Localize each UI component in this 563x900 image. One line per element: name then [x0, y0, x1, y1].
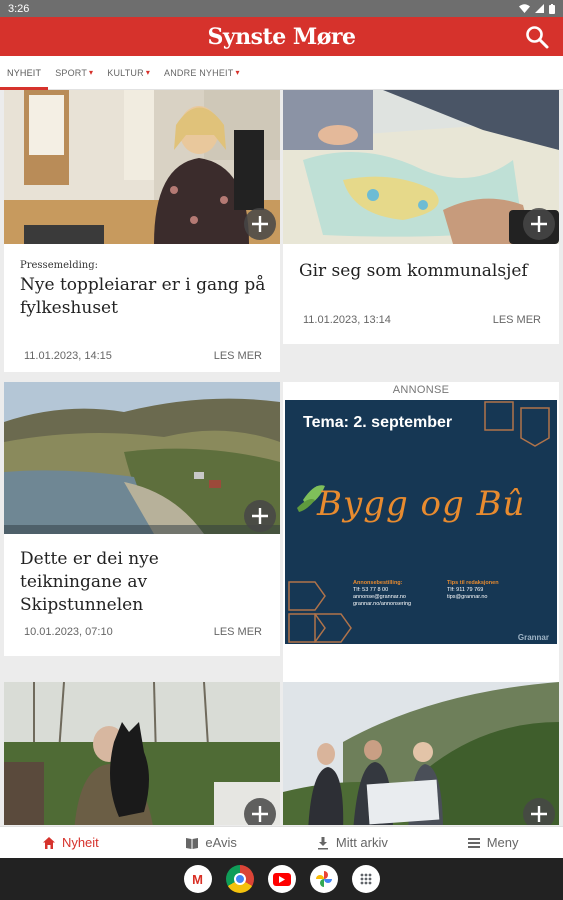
plus-icon [252, 806, 268, 822]
ad-tips-info: Tips til redaksjonen Tlf: 911 79 769 tip… [447, 580, 499, 601]
add-button[interactable] [523, 208, 555, 240]
gmail-icon[interactable]: M [183, 865, 212, 893]
search-button[interactable] [523, 23, 551, 51]
ad-tips-line: Tlf: 911 79 769 [447, 587, 484, 593]
download-icon [317, 836, 328, 849]
plus-icon [531, 216, 547, 232]
add-button[interactable] [244, 798, 276, 825]
article-title[interactable]: Nye toppleiarar er i gang på fylkeshuset [20, 274, 266, 320]
home-icon [42, 836, 55, 849]
battery-icon [549, 3, 555, 14]
nav-label: Meny [486, 835, 519, 850]
ad-brand: Bygg og Bû [317, 484, 526, 524]
tab-andre-nyheit[interactable]: ANDRE NYHEIT ▾ [157, 56, 247, 90]
nav-meny[interactable]: Meny [422, 827, 563, 858]
read-more-link[interactable]: LES MER [493, 314, 541, 326]
add-button[interactable] [523, 798, 555, 825]
news-feed[interactable]: Pressemelding: Nye toppleiarar er i gang… [0, 90, 563, 825]
tab-label: NYHEIT [7, 67, 42, 78]
article-image [4, 382, 280, 534]
section-tabs: NYHEIT SPORT ▾ KULTUR ▾ ANDRE NYHEIT ▾ [0, 56, 563, 90]
tab-sport[interactable]: SPORT ▾ [48, 56, 100, 90]
ad-banner[interactable]: Tema: 2. september Bygg og Bû Annonsebes… [285, 400, 557, 644]
nav-eavis[interactable]: eAvis [141, 827, 282, 858]
signal-icon [535, 4, 544, 13]
chrome-center-icon [233, 873, 246, 885]
pinwheel-icon [315, 871, 332, 887]
search-icon [526, 26, 549, 49]
article-image [4, 682, 280, 825]
ad-order-line: grannar.no/annonsering [353, 601, 412, 607]
ad-order-heading: Annonsebestilling: [353, 580, 403, 586]
article-image [283, 682, 559, 825]
book-icon [186, 837, 199, 849]
ad-label: ANNONSE [392, 384, 450, 396]
article-card[interactable]: Gir seg som kommunalsjef 11.01.2023, 13:… [283, 90, 559, 344]
grid-dots-icon [360, 873, 371, 885]
nav-label: Nyheit [61, 835, 99, 850]
article-title[interactable]: Gir seg som kommunalsjef [299, 260, 545, 283]
add-button[interactable] [244, 500, 276, 532]
nav-label: eAvis [205, 835, 237, 850]
article-card[interactable] [4, 682, 280, 825]
article-card[interactable]: Pressemelding: Nye toppleiarar er i gang… [4, 90, 280, 372]
article-image [4, 90, 280, 244]
ad-footer: Grannar [517, 633, 549, 642]
plus-icon [252, 216, 268, 232]
nav-label: Mitt arkiv [335, 835, 388, 850]
article-date: 10.01.2023, 07:10 [24, 626, 113, 638]
app-logo: Synste Møre [207, 23, 356, 50]
dropdown-dot-icon: ▾ [145, 68, 151, 77]
youtube-icon[interactable] [267, 865, 296, 893]
read-more-link[interactable]: LES MER [214, 350, 262, 362]
add-button[interactable] [244, 208, 276, 240]
article-card[interactable]: Dette er dei nye teikningane av Skipstun… [4, 382, 280, 656]
tab-label: SPORT [55, 67, 88, 78]
read-more-link[interactable]: LES MER [214, 626, 262, 638]
article-kicker: Pressemelding: [20, 260, 99, 271]
ad-tips-heading: Tips til redaksjonen [447, 580, 499, 586]
status-time: 3:26 [8, 2, 30, 15]
article-title[interactable]: Dette er dei nye teikningane av Skipstun… [20, 548, 266, 617]
status-bar: 3:26 [0, 0, 563, 17]
article-card[interactable] [283, 682, 559, 825]
ad-order-line: Tlf: 53 77 8 00 [353, 587, 389, 593]
youtube-play-icon [272, 872, 291, 886]
app-bar: Synste Møre [0, 17, 563, 56]
app-dock: M [0, 858, 563, 900]
plus-icon [531, 806, 547, 822]
bottom-navigation: Nyheit eAvis Mitt arkiv Meny [0, 826, 563, 858]
photos-icon[interactable] [309, 865, 338, 893]
ad-title: Tema: 2. september [303, 414, 453, 431]
ad-tips-line: tips@grannar.no [447, 594, 488, 600]
article-date: 11.01.2023, 14:15 [24, 350, 112, 362]
wifi-icon [519, 4, 530, 13]
menu-icon [467, 837, 480, 848]
advertisement[interactable]: ANNONSE Tema: 2. september Bygg og Bû An… [283, 382, 559, 682]
dropdown-dot-icon: ▾ [89, 68, 94, 77]
apps-icon[interactable] [351, 865, 380, 893]
nav-mitt-arkiv[interactable]: Mitt arkiv [282, 827, 423, 858]
tab-nyheit[interactable]: NYHEIT [0, 56, 49, 90]
tab-kultur[interactable]: KULTUR ▾ [100, 56, 157, 90]
tab-label: ANDRE NYHEIT [164, 67, 234, 78]
play-icon [278, 875, 285, 883]
article-date: 11.01.2023, 13:14 [303, 314, 391, 326]
nav-nyheit[interactable]: Nyheit [0, 827, 141, 858]
ad-order-info: Annonsebestilling: Tlf: 53 77 8 00 annon… [353, 580, 411, 608]
ad-order-line: annonse@grannar.no [353, 594, 406, 600]
dropdown-dot-icon: ▾ [235, 68, 240, 77]
plus-icon [252, 508, 268, 524]
chrome-icon[interactable] [225, 865, 254, 893]
tab-label: KULTUR [107, 67, 144, 78]
article-image [283, 90, 559, 244]
